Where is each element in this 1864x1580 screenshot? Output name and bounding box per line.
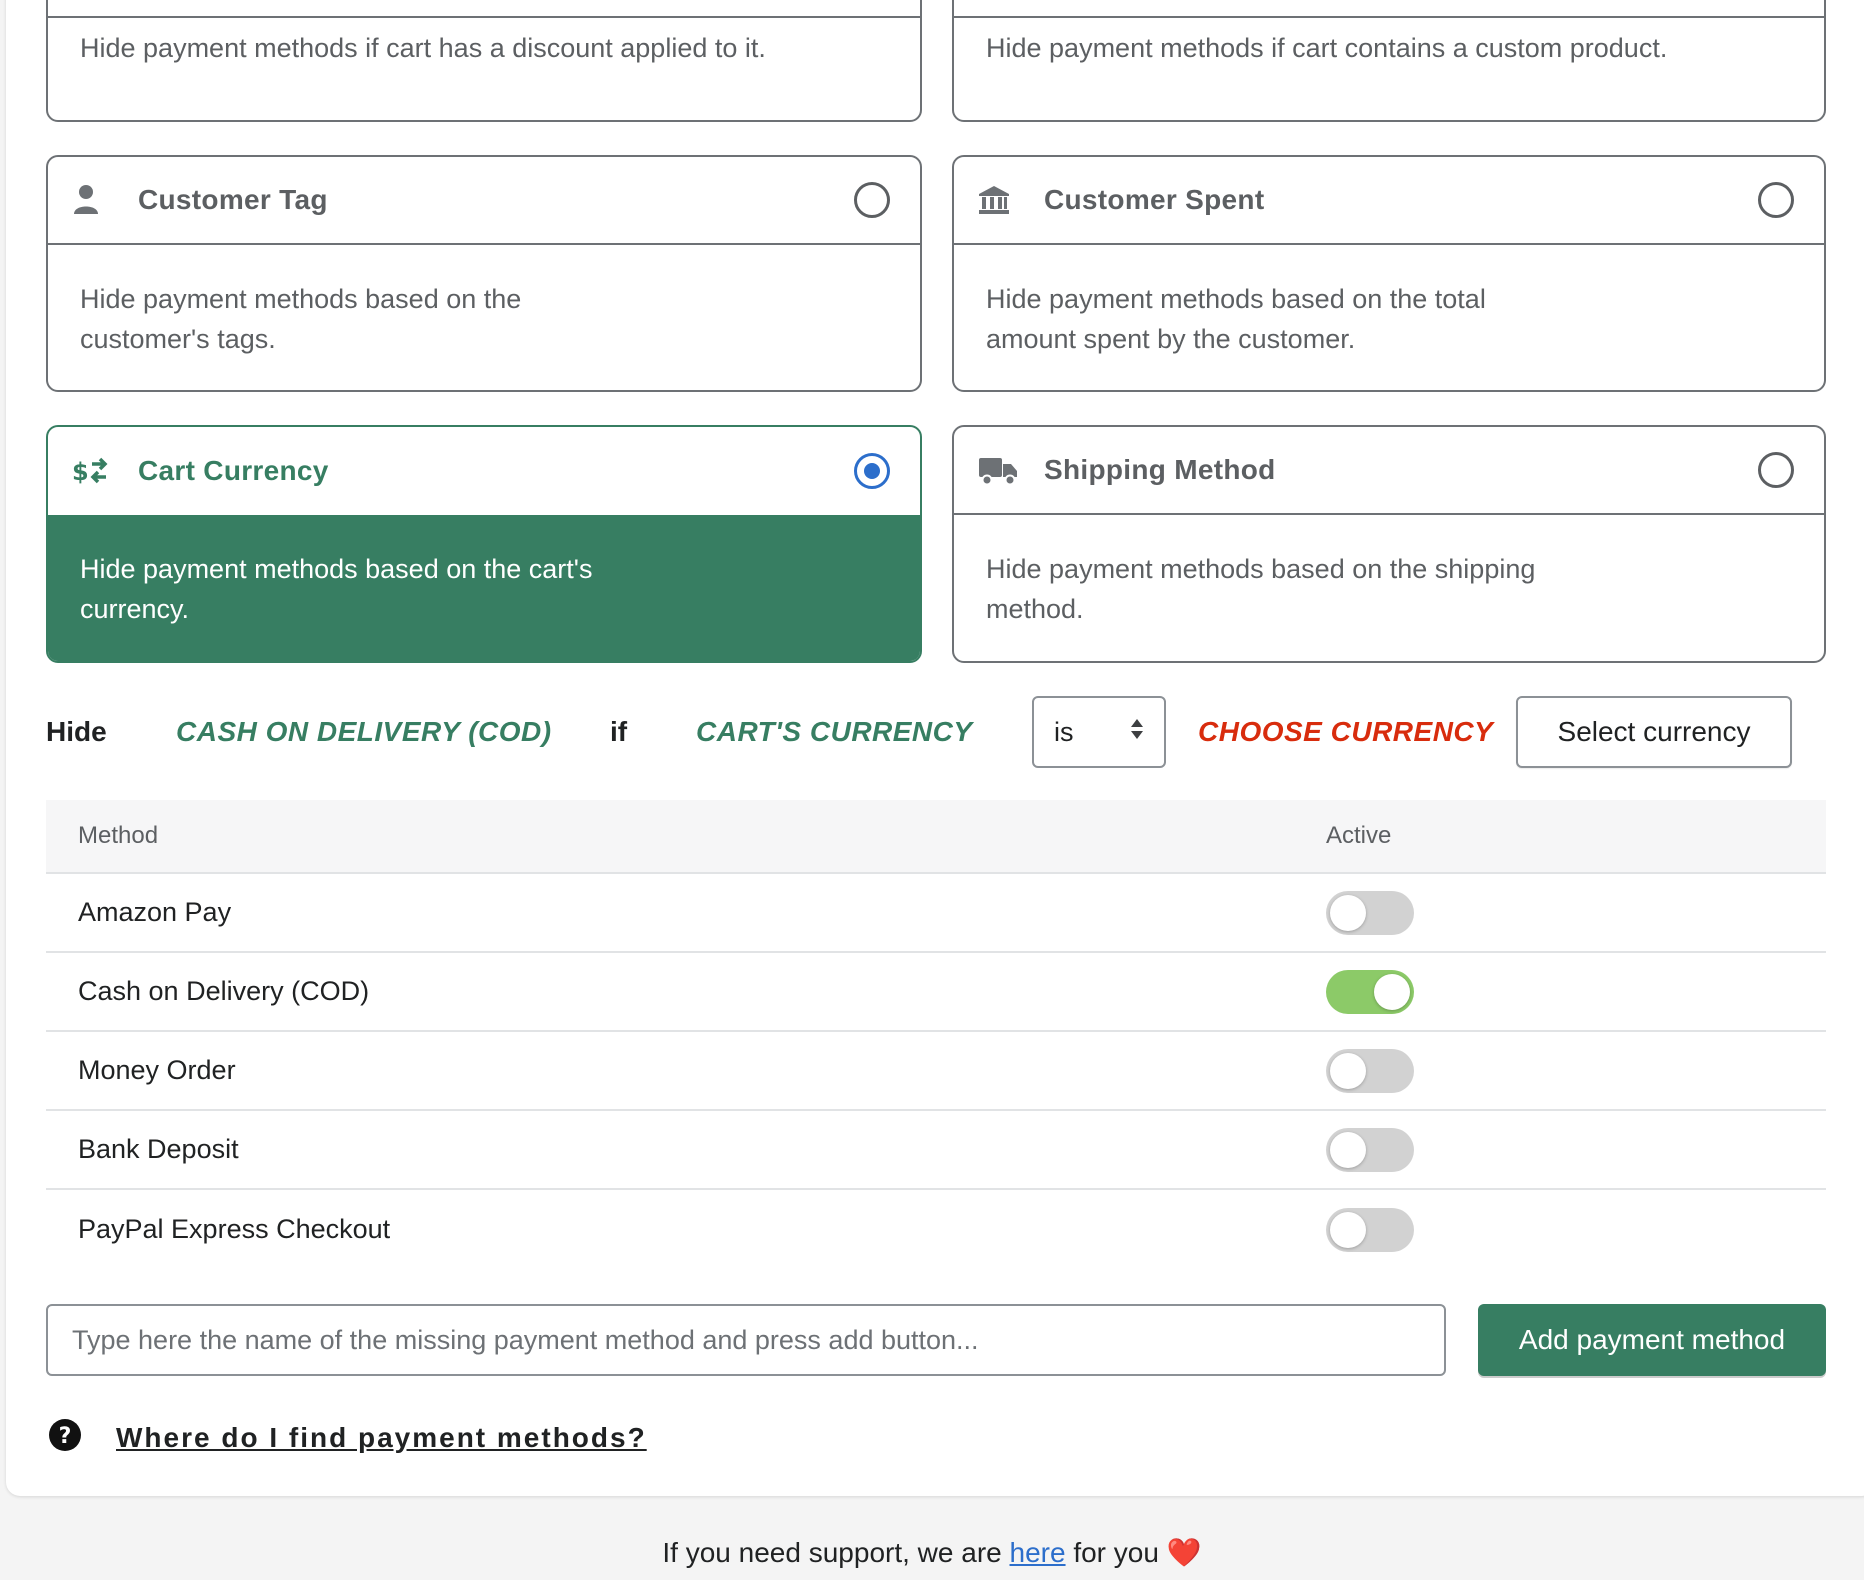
option-card-title: Customer Tag bbox=[138, 184, 328, 215]
table-row: Cash on Delivery (COD) bbox=[46, 953, 1826, 1032]
method-name: Money Order bbox=[78, 1055, 236, 1085]
operator-value: is bbox=[1054, 716, 1074, 747]
option-card-shipping-method[interactable]: Shipping Method Hide payment methods bas… bbox=[952, 425, 1826, 663]
svg-text:$: $ bbox=[72, 458, 89, 486]
table-header: Method Active bbox=[46, 800, 1826, 874]
option-card-custom-product[interactable]: Hide payment methods if cart contains a … bbox=[952, 0, 1826, 122]
option-radio[interactable] bbox=[854, 182, 890, 218]
question-circle-icon: ? bbox=[48, 1418, 82, 1457]
option-card-customer-tag[interactable]: Customer Tag Hide payment methods based … bbox=[46, 155, 922, 392]
hide-label: Hide bbox=[46, 716, 107, 747]
payment-method-name-input[interactable] bbox=[46, 1304, 1446, 1376]
add-payment-method-button[interactable]: Add payment method bbox=[1478, 1304, 1826, 1376]
active-toggle[interactable] bbox=[1326, 890, 1414, 935]
condition-subject: CART'S CURRENCY bbox=[696, 716, 973, 747]
table-row: PayPal Express Checkout bbox=[46, 1190, 1826, 1269]
method-name: Amazon Pay bbox=[78, 897, 232, 927]
option-card-description: Hide payment methods if cart contains a … bbox=[986, 33, 1668, 63]
footer-suffix: for you bbox=[1073, 1537, 1159, 1568]
column-header-active: Active bbox=[1326, 822, 1392, 849]
active-toggle[interactable] bbox=[1326, 1048, 1414, 1093]
option-radio-selected[interactable] bbox=[854, 453, 890, 489]
option-card-description: Hide payment methods based on the custom… bbox=[80, 284, 522, 354]
active-toggle[interactable] bbox=[1326, 1207, 1414, 1252]
bank-icon bbox=[974, 185, 1030, 215]
find-payment-methods-link[interactable]: Where do I find payment methods? bbox=[116, 1422, 647, 1454]
truck-icon bbox=[974, 454, 1030, 486]
operator-select[interactable]: is bbox=[1032, 696, 1166, 768]
select-currency-button[interactable]: Select currency bbox=[1516, 696, 1792, 768]
option-card-title: Shipping Method bbox=[1044, 454, 1276, 485]
option-card-description: Hide payment methods based on the total … bbox=[986, 284, 1486, 354]
payment-methods-table: Method Active Amazon Pay Cash on Deliver… bbox=[46, 800, 1826, 1269]
add-method-row: Add payment method bbox=[46, 1304, 1826, 1376]
rule-condition: Hide CASH ON DELIVERY (COD) if CART'S CU… bbox=[46, 696, 1826, 768]
support-footer: If you need support, we are here for you… bbox=[0, 1536, 1864, 1569]
currency-exchange-icon: $ bbox=[68, 455, 124, 487]
option-card-description: Hide payment methods based on the shippi… bbox=[986, 554, 1536, 624]
option-card-discount[interactable]: Hide payment methods if cart has a disco… bbox=[46, 0, 922, 122]
condition-target: CHOOSE CURRENCY bbox=[1198, 716, 1494, 747]
option-card-description: Hide payment methods if cart has a disco… bbox=[80, 33, 766, 63]
person-icon bbox=[68, 184, 124, 216]
option-radio[interactable] bbox=[1758, 452, 1794, 488]
if-label: if bbox=[610, 716, 628, 747]
option-card-cart-currency[interactable]: $ Cart Currency Hide payment methods bas… bbox=[46, 425, 922, 663]
option-card-customer-spent[interactable]: Customer Spent Hide payment methods base… bbox=[952, 155, 1826, 392]
table-row: Money Order bbox=[46, 1032, 1826, 1111]
active-toggle[interactable] bbox=[1326, 1127, 1414, 1172]
footer-prefix: If you need support, we are bbox=[662, 1537, 1002, 1568]
selected-method[interactable]: CASH ON DELIVERY (COD) bbox=[176, 696, 552, 768]
method-name: Cash on Delivery (COD) bbox=[78, 976, 370, 1006]
method-name: PayPal Express Checkout bbox=[78, 1214, 391, 1244]
method-name: Bank Deposit bbox=[78, 1134, 239, 1164]
option-radio[interactable] bbox=[1758, 182, 1794, 218]
heart-icon: ❤️ bbox=[1166, 1537, 1202, 1568]
table-row: Bank Deposit bbox=[46, 1111, 1826, 1190]
table-row: Amazon Pay bbox=[46, 874, 1826, 953]
help-row: ? Where do I find payment methods? bbox=[48, 1418, 647, 1457]
active-toggle[interactable] bbox=[1326, 969, 1414, 1014]
support-link[interactable]: here bbox=[1010, 1537, 1066, 1568]
option-card-title: Customer Spent bbox=[1044, 184, 1265, 215]
option-card-title: Cart Currency bbox=[138, 455, 329, 486]
column-header-method: Method bbox=[78, 822, 159, 849]
select-arrows-icon bbox=[1130, 717, 1144, 748]
option-card-description: Hide payment methods based on the cart's… bbox=[48, 515, 920, 661]
svg-text:?: ? bbox=[59, 1424, 72, 1449]
